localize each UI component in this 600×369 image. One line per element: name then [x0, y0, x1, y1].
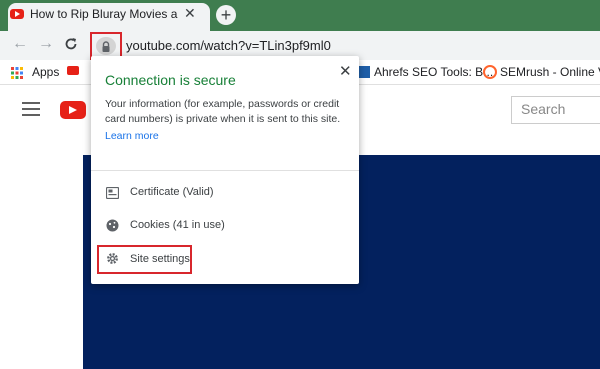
apps-bookmark-label[interactable]: Apps	[32, 65, 59, 79]
apps-grid-icon[interactable]	[11, 66, 23, 84]
ahrefs-icon[interactable]	[358, 66, 370, 78]
tab-title: How to Rip Bluray Movies and 3D	[30, 7, 178, 21]
forward-arrow-icon[interactable]: →	[38, 35, 54, 53]
cookie-icon[interactable]	[106, 219, 119, 237]
semrush-bookmark-label[interactable]: SEMrush - Online V...	[500, 65, 600, 79]
semrush-icon[interactable]	[483, 65, 497, 79]
cookies-item[interactable]: Cookies (41 in use)	[130, 219, 225, 231]
close-icon[interactable]: ✕	[339, 62, 352, 80]
new-tab-button[interactable]: +	[216, 5, 236, 25]
learn-more-link[interactable]: Learn more	[105, 130, 159, 142]
search-placeholder: Search	[521, 101, 566, 117]
reload-icon[interactable]	[64, 37, 78, 56]
youtube-bookmark-icon[interactable]	[67, 66, 79, 75]
certificate-icon[interactable]	[105, 186, 120, 204]
ahrefs-bookmark-label[interactable]: Ahrefs SEO Tools: B...	[374, 65, 493, 79]
certificate-item[interactable]: Certificate (Valid)	[130, 186, 214, 198]
site-settings-highlight-box	[97, 245, 192, 274]
popup-title: Connection is secure	[105, 72, 236, 88]
popup-divider	[91, 170, 359, 171]
menu-icon[interactable]	[22, 102, 40, 120]
youtube-favicon-icon	[10, 9, 24, 19]
popup-description: Your information (for example, passwords…	[105, 98, 341, 125]
tab-close-icon[interactable]: ✕	[184, 5, 196, 22]
address-bar-url[interactable]: youtube.com/watch?v=TLin3pf9ml0	[126, 38, 331, 53]
back-arrow-icon[interactable]: ←	[12, 35, 28, 53]
youtube-logo-icon[interactable]	[60, 101, 86, 119]
